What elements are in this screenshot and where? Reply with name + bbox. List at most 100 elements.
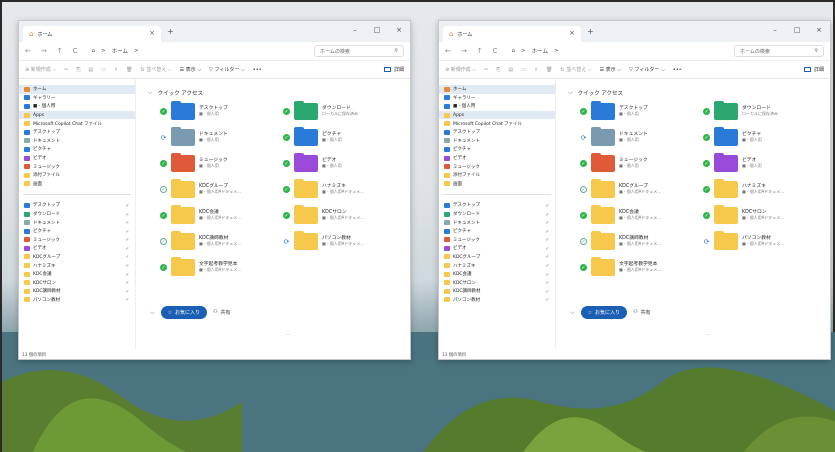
pin-icon[interactable]: ✐ xyxy=(546,237,549,242)
rename-icon[interactable]: ▭ xyxy=(101,67,106,73)
pin-icon[interactable]: ✐ xyxy=(546,289,549,294)
sidebar-item[interactable]: ■ - 個人用 xyxy=(439,102,555,111)
sidebar-item[interactable]: ビデオ ✐ xyxy=(439,244,555,253)
up-button[interactable]: ↑ xyxy=(57,47,63,55)
close-button[interactable]: × xyxy=(808,21,830,39)
navigation-pane[interactable]: ホーム ギャラリー ■ - 個人用 Apps Microsoft Copilot Cha… xyxy=(19,79,136,349)
share-icon[interactable]: ⇪ xyxy=(534,67,538,73)
sidebar-item[interactable]: Microsoft Copilot Chat ファイル xyxy=(439,119,555,128)
refresh-button[interactable]: C xyxy=(493,47,498,55)
pin-icon[interactable]: ✐ xyxy=(546,280,549,285)
breadcrumb[interactable]: ⌂ > ホーム > xyxy=(512,47,559,55)
sidebar-item[interactable]: ギャラリー xyxy=(439,94,555,103)
sidebar-item[interactable]: 添付ファイル xyxy=(439,171,555,180)
view-button[interactable]: ☰ 表示 ⌵ xyxy=(180,66,201,73)
breadcrumb-home[interactable]: ホーム xyxy=(112,47,128,55)
sidebar-item[interactable]: KDC会議 ✐ xyxy=(439,270,555,279)
navigation-pane[interactable]: ホーム ギャラリー ■ - 個人用 Apps Microsoft Copilot Cha… xyxy=(439,79,556,349)
pin-icon[interactable]: ✐ xyxy=(126,280,129,285)
sidebar-item[interactable]: ドキュメント ✐ xyxy=(19,218,135,227)
quick-access-item[interactable]: ⟳ ドキュメント ■ - 個人用 xyxy=(580,127,699,146)
shared-tab[interactable]: ⚇ 共有 xyxy=(213,309,231,316)
sidebar-item[interactable]: ハナミズキ ✐ xyxy=(19,261,135,270)
pin-icon[interactable]: ✐ xyxy=(126,289,129,294)
pin-icon[interactable]: ✐ xyxy=(126,220,129,225)
sidebar-item[interactable]: ピクチャ ✐ xyxy=(439,227,555,236)
sidebar-item[interactable]: デスクトップ ✐ xyxy=(19,201,135,210)
quick-access-item[interactable]: ✓ KDC講師教材 ■ - 個人用¥ドキュメ... xyxy=(580,231,699,250)
sidebar-item[interactable]: ハナミズキ ✐ xyxy=(439,261,555,270)
sort-button[interactable]: ⇅ 並べ替え ⌵ xyxy=(140,66,171,73)
quick-access-item[interactable]: ✓ ダウンロード ローカルに保存済み xyxy=(283,101,402,120)
sidebar-item[interactable]: ミュージック xyxy=(19,162,135,171)
maximize-button[interactable]: □ xyxy=(366,21,388,39)
pin-icon[interactable]: ✐ xyxy=(126,263,129,268)
breadcrumb-home[interactable]: ホーム xyxy=(532,47,548,55)
pin-icon[interactable]: ✐ xyxy=(126,229,129,234)
close-button[interactable]: × xyxy=(388,21,410,39)
pin-icon[interactable]: ✐ xyxy=(546,246,549,251)
sidebar-item[interactable]: KDCグループ ✐ xyxy=(439,253,555,262)
sidebar-item[interactable]: 画面 xyxy=(439,180,555,189)
paste-icon[interactable]: ▤ xyxy=(88,67,93,73)
quick-access-item[interactable]: ⟳ パソコン教材 ■ - 個人用¥ドキュメ... xyxy=(283,231,402,250)
search-input[interactable]: ホームの検索 ⚲ xyxy=(314,45,404,57)
quick-access-item[interactable]: ✓ KDC会議 ■ - 個人用¥ドキュメ... xyxy=(160,205,279,224)
back-button[interactable]: ← xyxy=(445,47,451,55)
sidebar-item[interactable]: KDCグループ ✐ xyxy=(19,253,135,262)
quick-access-item[interactable]: ✓ 文字起考教学見本 ■ - 個人用¥ドキュメ... xyxy=(160,257,279,276)
forward-button[interactable]: → xyxy=(461,47,467,55)
pin-icon[interactable]: ✐ xyxy=(546,229,549,234)
sidebar-item[interactable]: Microsoft Copilot Chat ファイル xyxy=(19,119,135,128)
pin-icon[interactable]: ✐ xyxy=(126,272,129,277)
sidebar-item[interactable]: パソコン教材 ✐ xyxy=(439,296,555,305)
filter-button[interactable]: ▽ フィルター ⌵ xyxy=(629,66,665,73)
sidebar-item[interactable]: ピクチャ xyxy=(439,145,555,154)
sidebar-item[interactable]: ピクチャ ✐ xyxy=(19,227,135,236)
sidebar-item[interactable]: ビデオ xyxy=(439,154,555,163)
pin-icon[interactable]: ✐ xyxy=(546,203,549,208)
details-button[interactable]: 詳細 xyxy=(803,66,824,73)
sidebar-item[interactable]: KDCサロン ✐ xyxy=(19,278,135,287)
quick-access-item[interactable]: ✓ KDC講師教材 ■ - 個人用¥ドキュメ... xyxy=(160,231,279,250)
sidebar-item[interactable]: ダウンロード ✐ xyxy=(19,210,135,219)
quick-access-item[interactable]: ✓ KDCサロン ■ - 個人用¥ドキュメ... xyxy=(703,205,822,224)
new-button[interactable]: ⊕ 新規作成 ⌵ xyxy=(445,66,476,73)
sidebar-item[interactable]: 画面 xyxy=(19,180,135,189)
forward-button[interactable]: → xyxy=(41,47,47,55)
new-tab-button[interactable]: + xyxy=(587,27,594,36)
quick-access-item[interactable]: ✓ ハナミズキ ■ - 個人用¥ドキュメ... xyxy=(703,179,822,198)
details-button[interactable]: 詳細 xyxy=(383,66,404,73)
pin-icon[interactable]: ✐ xyxy=(126,246,129,251)
sidebar-item[interactable]: ビデオ ✐ xyxy=(19,244,135,253)
up-button[interactable]: ↑ xyxy=(477,47,483,55)
quick-access-item[interactable]: ✓ デスクトップ ■ - 個人用 xyxy=(160,101,279,120)
sidebar-item[interactable]: ビデオ xyxy=(19,154,135,163)
quick-access-item[interactable]: ✓ 文字起考教学見本 ■ - 個人用¥ドキュメ... xyxy=(580,257,699,276)
sidebar-item[interactable]: ミュージック ✐ xyxy=(19,236,135,245)
sidebar-item[interactable]: KDC会議 ✐ xyxy=(19,270,135,279)
filter-button[interactable]: ▽ フィルター ⌵ xyxy=(209,66,245,73)
sidebar-item[interactable]: ミュージック ✐ xyxy=(439,236,555,245)
new-button[interactable]: ⊕ 新規作成 ⌵ xyxy=(25,66,56,73)
pin-icon[interactable]: ✐ xyxy=(546,272,549,277)
new-tab-button[interactable]: + xyxy=(167,27,174,36)
quick-access-item[interactable]: ✓ ピクチャ ■ - 個人用 xyxy=(703,127,822,146)
view-button[interactable]: ☰ 表示 ⌵ xyxy=(600,66,621,73)
tab-home[interactable]: ⌂ ホーム × xyxy=(23,26,161,42)
chevron-down-icon[interactable]: ⌵ xyxy=(150,309,155,317)
quick-access-item[interactable]: ✓ ハナミズキ ■ - 個人用¥ドキュメ... xyxy=(283,179,402,198)
favorites-tab[interactable]: ☆ お気に入り xyxy=(580,306,628,319)
pin-icon[interactable]: ✐ xyxy=(126,297,129,302)
tab-home[interactable]: ⌂ ホーム × xyxy=(443,26,581,42)
quick-access-item[interactable]: ⟳ パソコン教材 ■ - 個人用¥ドキュメ... xyxy=(703,231,822,250)
sidebar-item[interactable]: ホーム xyxy=(19,85,135,94)
pin-icon[interactable]: ✐ xyxy=(126,203,129,208)
sidebar-item[interactable]: Apps xyxy=(19,110,135,120)
refresh-button[interactable]: C xyxy=(73,47,78,55)
copy-icon[interactable]: ⎘ xyxy=(76,67,80,73)
paste-icon[interactable]: ▤ xyxy=(508,67,513,73)
quick-access-item[interactable]: ⟳ ドキュメント ■ - 個人用 xyxy=(160,127,279,146)
pin-icon[interactable]: ✐ xyxy=(126,254,129,259)
sidebar-item[interactable]: デスクトップ ✐ xyxy=(439,201,555,210)
